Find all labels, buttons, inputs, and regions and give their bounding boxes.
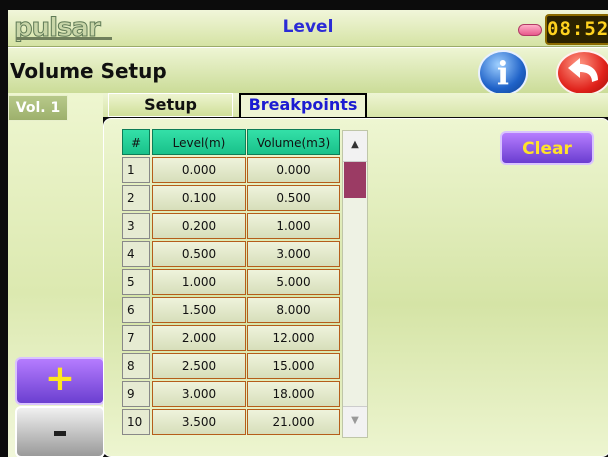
breakpoints-table: # Level(m) Volume(m3) 1 0.000 0.000 2 0.… bbox=[122, 129, 340, 438]
back-arrow-icon bbox=[568, 58, 598, 82]
remove-breakpoint-button[interactable] bbox=[15, 406, 105, 457]
chevron-down-icon: ▼ bbox=[351, 415, 359, 426]
row-index: 5 bbox=[122, 269, 150, 295]
table-scrollbar[interactable]: ▲ ▼ bbox=[342, 130, 368, 438]
table-row[interactable]: 5 1.000 5.000 bbox=[122, 269, 340, 297]
table-row[interactable]: 8 2.500 15.000 bbox=[122, 353, 340, 381]
level-cell[interactable]: 3.500 bbox=[152, 409, 246, 435]
row-index: 6 bbox=[122, 297, 150, 323]
level-cell[interactable]: 1.000 bbox=[152, 269, 246, 295]
level-cell[interactable]: 0.000 bbox=[152, 157, 246, 183]
scroll-up-button[interactable]: ▲ bbox=[343, 131, 367, 162]
info-icon: i bbox=[496, 54, 510, 92]
tab-setup[interactable]: Setup bbox=[108, 93, 233, 117]
status-led-icon bbox=[518, 24, 542, 36]
level-cell[interactable]: 2.000 bbox=[152, 325, 246, 351]
table-row[interactable]: 7 2.000 12.000 bbox=[122, 325, 340, 353]
scroll-down-button[interactable]: ▼ bbox=[343, 406, 367, 437]
volume-cell[interactable]: 5.000 bbox=[247, 269, 340, 295]
level-cell[interactable]: 2.500 bbox=[152, 353, 246, 379]
logo-underline bbox=[16, 37, 112, 40]
table-row[interactable]: 2 0.100 0.500 bbox=[122, 185, 340, 213]
row-index: 1 bbox=[122, 157, 150, 183]
level-cell[interactable]: 0.200 bbox=[152, 213, 246, 239]
page-title: Volume Setup bbox=[10, 59, 167, 83]
minus-icon bbox=[54, 431, 66, 436]
clock-display: 08:52 bbox=[545, 14, 608, 45]
volume-cell[interactable]: 18.000 bbox=[247, 381, 340, 407]
row-index: 10 bbox=[122, 409, 150, 435]
volume-cell[interactable]: 0.000 bbox=[247, 157, 340, 183]
table-row[interactable]: 10 3.500 21.000 bbox=[122, 409, 340, 437]
row-index: 4 bbox=[122, 241, 150, 267]
column-header-index: # bbox=[122, 129, 150, 155]
level-cell[interactable]: 0.100 bbox=[152, 185, 246, 211]
row-index: 8 bbox=[122, 353, 150, 379]
level-cell[interactable]: 0.500 bbox=[152, 241, 246, 267]
top-bar: pulsar Level 08:52 bbox=[8, 10, 608, 47]
row-index: 2 bbox=[122, 185, 150, 211]
column-header-level: Level(m) bbox=[152, 129, 246, 155]
info-button[interactable]: i bbox=[478, 50, 528, 96]
table-row[interactable]: 6 1.500 8.000 bbox=[122, 297, 340, 325]
level-cell[interactable]: 1.500 bbox=[152, 297, 246, 323]
row-index: 9 bbox=[122, 381, 150, 407]
volume-cell[interactable]: 21.000 bbox=[247, 409, 340, 435]
tab-bar: Setup Breakpoints bbox=[103, 93, 608, 119]
screen: pulsar Level 08:52 Volume Setup i Vol. 1… bbox=[0, 0, 608, 457]
table-row[interactable]: 9 3.000 18.000 bbox=[122, 381, 340, 409]
volume-cell[interactable]: 0.500 bbox=[247, 185, 340, 211]
table-row[interactable]: 1 0.000 0.000 bbox=[122, 157, 340, 185]
row-index: 3 bbox=[122, 213, 150, 239]
volume-cell[interactable]: 3.000 bbox=[247, 241, 340, 267]
column-header-volume: Volume(m3) bbox=[247, 129, 340, 155]
page-header: Volume Setup i bbox=[8, 47, 608, 96]
volume-cell[interactable]: 8.000 bbox=[247, 297, 340, 323]
volume-cell[interactable]: 1.000 bbox=[247, 213, 340, 239]
table-row[interactable]: 4 0.500 3.000 bbox=[122, 241, 340, 269]
chevron-up-icon: ▲ bbox=[351, 139, 359, 150]
volume-cell[interactable]: 12.000 bbox=[247, 325, 340, 351]
back-button[interactable] bbox=[556, 50, 608, 96]
clear-button[interactable]: Clear bbox=[500, 131, 594, 165]
tab-volume-1[interactable]: Vol. 1 bbox=[8, 95, 68, 121]
tab-breakpoints[interactable]: Breakpoints bbox=[239, 93, 367, 119]
scroll-thumb[interactable] bbox=[344, 162, 366, 198]
row-index: 7 bbox=[122, 325, 150, 351]
level-cell[interactable]: 3.000 bbox=[152, 381, 246, 407]
volume-cell[interactable]: 15.000 bbox=[247, 353, 340, 379]
table-row[interactable]: 3 0.200 1.000 bbox=[122, 213, 340, 241]
add-breakpoint-button[interactable]: + bbox=[15, 357, 105, 405]
